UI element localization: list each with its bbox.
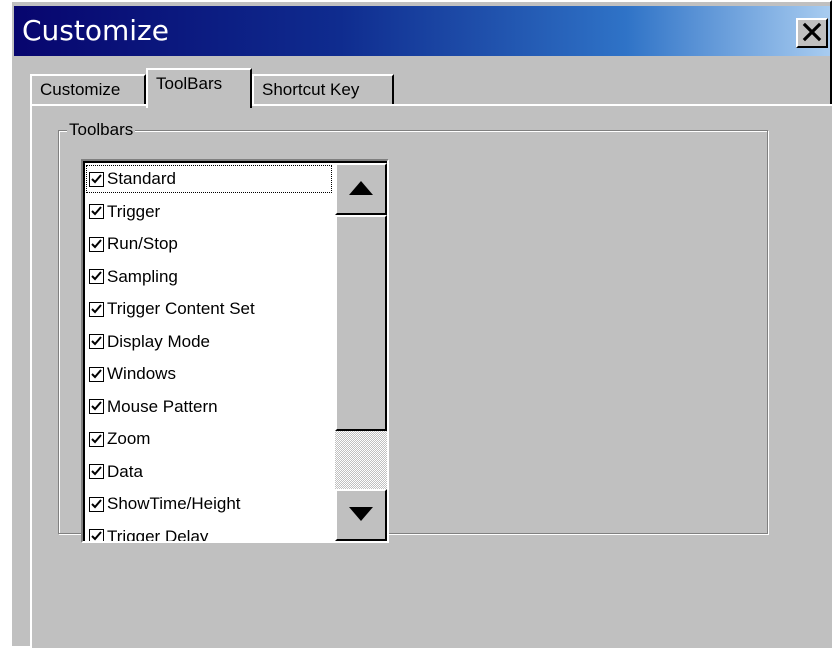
list-item[interactable]: Trigger Content Set (85, 294, 333, 324)
list-item-label: Trigger Delay (107, 526, 209, 542)
list-item-label: Standard (107, 169, 176, 188)
tab-label: ToolBars (156, 74, 223, 93)
tab-label: Shortcut Key (262, 80, 360, 99)
toolbars-groupbox: Toolbars Trigger Delay ShowTime/Height Dat… (58, 119, 768, 543)
list-item-label: Sampling (107, 266, 178, 286)
checkbox[interactable] (89, 204, 104, 219)
checkbox[interactable] (89, 399, 104, 414)
close-icon (802, 19, 822, 47)
arrow-up-icon (349, 180, 373, 199)
tab-label: Customize (40, 80, 121, 99)
list-item[interactable]: Data (85, 457, 333, 487)
title-bar[interactable]: Customize (14, 6, 830, 56)
list-item-label: Trigger Content Set (107, 299, 255, 318)
scroll-up-button[interactable] (335, 163, 387, 215)
list-item-label: ShowTime/Height (107, 494, 241, 513)
list-item[interactable]: Trigger (85, 197, 333, 227)
list-item-label: Data (107, 461, 143, 481)
tab-customize[interactable]: Customize (30, 74, 146, 106)
list-item[interactable]: Run/Stop (85, 229, 333, 259)
checkbox[interactable] (89, 334, 104, 349)
scroll-down-button[interactable] (335, 489, 387, 541)
tab-shortcut-key[interactable]: Shortcut Key (252, 74, 394, 106)
checkbox[interactable] (89, 171, 104, 187)
checkbox[interactable] (89, 301, 104, 317)
checkbox[interactable] (89, 431, 104, 447)
toolbars-tab-panel: Toolbars Trigger Delay ShowTime/Height Dat… (30, 104, 832, 648)
list-item-label: Windows (107, 364, 176, 383)
list-item-label: Trigger (107, 201, 161, 221)
scrollbar-thumb[interactable] (335, 215, 387, 431)
list-item-label: Mouse Pattern (107, 396, 218, 416)
tab-toolbars[interactable]: ToolBars (146, 68, 252, 108)
checkbox[interactable] (89, 269, 104, 284)
checkbox[interactable] (89, 236, 104, 252)
list-item[interactable]: Trigger Delay (85, 522, 333, 542)
vertical-scrollbar[interactable] (335, 163, 387, 541)
list-item[interactable]: Windows (85, 359, 333, 389)
checkbox[interactable] (89, 496, 104, 512)
checkbox[interactable] (89, 366, 104, 382)
toolbars-listbox[interactable]: Trigger Delay ShowTime/Height Data Zoom Mous… (81, 159, 389, 543)
checkbox[interactable] (89, 464, 104, 479)
list-item[interactable]: Zoom (85, 424, 333, 454)
list-item-label: Display Mode (107, 331, 210, 351)
list-item[interactable]: Mouse Pattern (85, 392, 333, 422)
customize-dialog: Customize Customize ToolBars Shortcut Ke… (10, 0, 832, 648)
list-item-label: Zoom (107, 429, 151, 448)
checkbox[interactable] (89, 529, 104, 541)
close-button[interactable] (796, 18, 828, 48)
list-item[interactable]: ShowTime/Height (85, 489, 333, 519)
listbox-content: Trigger Delay ShowTime/Height Data Zoom Mous… (83, 161, 387, 541)
window-title: Customize (22, 14, 169, 47)
list-item[interactable]: Display Mode (85, 327, 333, 357)
list-item-label: Run/Stop (107, 234, 178, 253)
list-item[interactable]: Sampling (85, 262, 333, 292)
arrow-down-icon (349, 506, 373, 525)
groupbox-label: Toolbars (67, 119, 136, 141)
list-item[interactable]: Standard (85, 164, 333, 194)
